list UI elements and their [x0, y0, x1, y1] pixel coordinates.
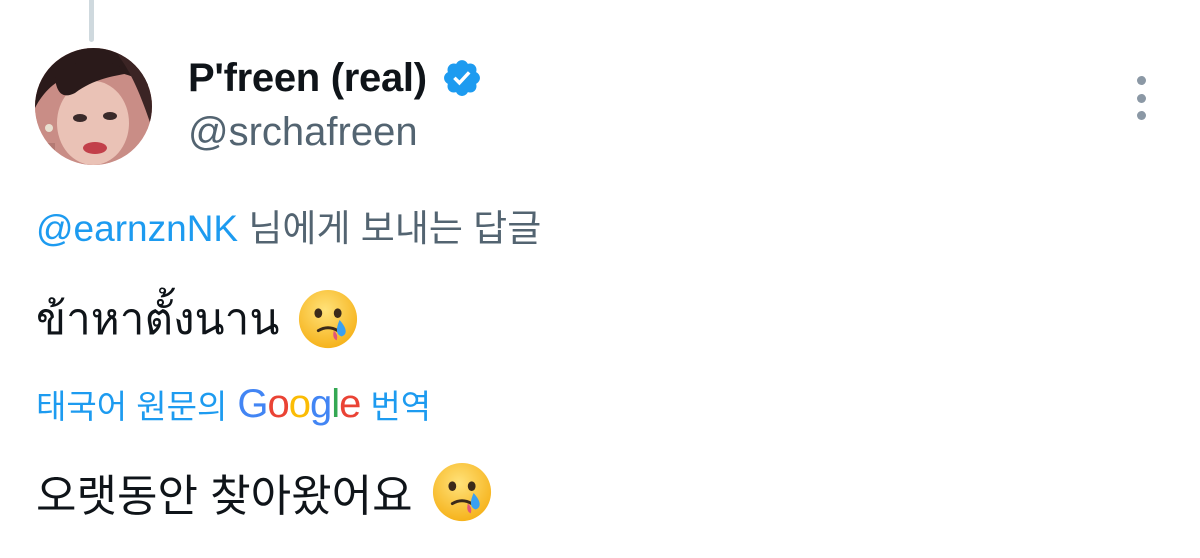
translated-text: 오랫동안 찾아왔어요 [36, 460, 493, 524]
avatar-image [35, 48, 152, 165]
thread-connector-line [89, 0, 94, 42]
google-letter: o [288, 381, 311, 426]
google-letter: l [331, 381, 340, 426]
reply-context-suffix: 님에게 보내는 답글 [238, 208, 542, 249]
author-handle[interactable]: @srchafreen [188, 110, 418, 155]
translated-text-content: 오랫동안 찾아왔어요 [36, 472, 413, 521]
translation-suffix: 번역 [370, 388, 432, 425]
reply-context: @earnznNK 님에게 보내는 답글 [36, 198, 541, 252]
translation-prefix: 태국어 원문의 [36, 388, 228, 425]
author-name-row: P'freen (real) [188, 52, 483, 104]
translation-label[interactable]: 태국어 원문의 Google 번역 [36, 380, 431, 428]
tweet-text: ข้าหาตั้งนาน [36, 284, 359, 354]
more-options-icon[interactable] [1126, 76, 1156, 120]
avatar[interactable] [35, 48, 152, 165]
face-holding-back-tears-icon [432, 462, 491, 522]
face-holding-back-tears-icon [299, 289, 358, 349]
google-logo: Google [237, 381, 361, 427]
tweet-text-content: ข้าหาตั้งนาน [36, 295, 280, 344]
google-letter: e [339, 381, 361, 426]
reply-mention-link[interactable]: @earnznNK [36, 208, 238, 249]
google-letter: g [309, 381, 332, 426]
author-display-name[interactable]: P'freen (real) [188, 56, 427, 101]
verified-badge-icon [443, 60, 480, 96]
google-letter: o [267, 381, 289, 426]
google-letter: G [237, 381, 268, 426]
